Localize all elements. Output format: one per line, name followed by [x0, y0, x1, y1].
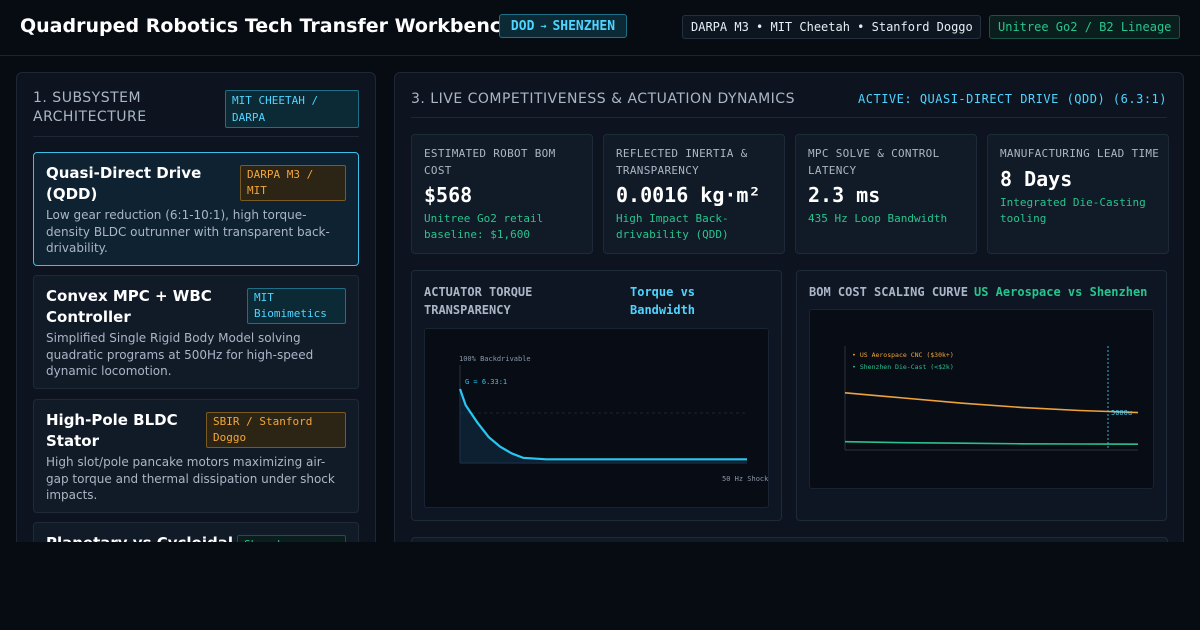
x-axis-label: 50 Hz Shock [722, 475, 769, 483]
subsystem-card-qdd[interactable]: Quasi-Direct Drive (QDD) DARPA M3 / MIT … [33, 152, 359, 266]
bom-chart-panel: BOM COST SCALING CURVE US Aerospace vs S… [796, 270, 1167, 521]
app-title: Quadruped Robotics Tech Transfer Workben… [20, 15, 515, 37]
viewport-bottom [0, 542, 1200, 630]
kpi-value: 2.3 ms [808, 183, 881, 207]
legend-shenzhen: • Shenzhen Die-Cast (<$2k) [852, 363, 954, 371]
torque-curve [458, 388, 747, 461]
torque-chart: 100% Backdrivable G = 6.33:1 50 Hz Shock [424, 328, 769, 508]
chart-subtitle: Torque vs Bandwidth [630, 285, 696, 317]
gear-ratio-annotation: G = 6.33:1 [465, 378, 507, 386]
kpi-label: MANUFACTURING LEAD TIME [1000, 147, 1160, 160]
subsystem-panel: 1. SUBSYSTEM ARCHITECTURE MIT CHEETAH / … [16, 72, 376, 552]
kpi-label: REFLECTED INERTIA & TRANSPARENCY [616, 147, 748, 177]
kpi-lead-time: MANUFACTURING LEAD TIME 8 Days Integrate… [987, 134, 1169, 254]
legend-us: • US Aerospace CNC ($30k+) [852, 351, 954, 359]
card-desc: Simplified Single Rigid Body Model solvi… [46, 331, 314, 378]
chart-subtitle: US Aerospace vs Shenzhen [974, 285, 1148, 299]
chart-title: BOM COST SCALING CURVE [809, 285, 968, 299]
lineage-chip[interactable]: Unitree Go2 / B2 Lineage [989, 15, 1180, 39]
top-bar: Quadruped Robotics Tech Transfer Workben… [0, 0, 1200, 56]
subsystem-heading: 1. SUBSYSTEM ARCHITECTURE [33, 90, 147, 125]
card-desc: High slot/pole pancake motors maximizing… [46, 455, 335, 502]
volume-marker-label: 5000u [1111, 409, 1132, 417]
bom-chart: • US Aerospace CNC ($30k+) • Shenzhen Di… [809, 309, 1154, 489]
top-label: 100% Backdrivable [459, 355, 531, 363]
torque-area [460, 389, 747, 463]
kpi-value: 8 Days [1000, 167, 1073, 191]
kpi-label: MPC SOLVE & CONTROL LATENCY [808, 147, 940, 177]
card-tag: SBIR / Stanford Doggo [206, 412, 346, 448]
kpi-inertia: REFLECTED INERTIA & TRANSPARENCY 0.0016 … [603, 134, 785, 254]
card-desc: Low gear reduction (6:1-10:1), high torq… [46, 208, 330, 255]
kpi-value: 0.0016 kg·m² [616, 183, 761, 207]
card-title: High-Pole BLDC Stator [46, 411, 178, 450]
card-tag: DARPA M3 / MIT [240, 165, 346, 201]
source-badge: MIT CHEETAH / DARPA [225, 90, 359, 128]
shenzhen-curve [844, 440, 1139, 445]
card-title: Convex MPC + WBC Controller [46, 287, 212, 326]
route-to: SHENZHEN [552, 18, 616, 34]
divider [411, 117, 1167, 118]
dynamics-panel: 3. LIVE COMPETITIVENESS & ACTUATION DYNA… [394, 72, 1184, 552]
route-badge[interactable]: DOD → SHENZHEN [499, 14, 627, 38]
bom-chart-svg: • US Aerospace CNC ($30k+) • Shenzhen Di… [844, 346, 1139, 451]
active-config-label: ACTIVE: QUASI-DIRECT DRIVE (QDD) (6.3:1) [858, 92, 1167, 106]
subsystem-card-mpc[interactable]: Convex MPC + WBC Controller MIT Biomimet… [33, 275, 359, 389]
divider [33, 136, 359, 137]
kpi-label: ESTIMATED ROBOT BOM COST [424, 147, 556, 177]
kpi-note: Unitree Go2 retail baseline: $1,600 [424, 212, 544, 241]
dynamics-heading: 3. LIVE COMPETITIVENESS & ACTUATION DYNA… [411, 91, 795, 107]
kpi-note: High Impact Back-drivability (QDD) [616, 212, 729, 241]
card-title: Quasi-Direct Drive (QDD) [46, 164, 202, 203]
kpi-note: Integrated Die-Casting tooling [1000, 196, 1146, 225]
torque-chart-svg: 100% Backdrivable G = 6.33:1 50 Hz Shock [458, 355, 769, 483]
us-aerospace-curve [844, 392, 1139, 414]
kpi-bom-cost: ESTIMATED ROBOT BOM COST $568 Unitree Go… [411, 134, 593, 254]
kpi-value: $568 [424, 183, 473, 207]
torque-chart-panel: ACTUATOR TORQUE TRANSPARENCY Torque vs B… [411, 270, 782, 521]
programs-chip: DARPA M3 • MIT Cheetah • Stanford Doggo [682, 15, 981, 39]
chart-title: ACTUATOR TORQUE TRANSPARENCY [424, 285, 533, 317]
card-tag: MIT Biomimetics [247, 288, 346, 324]
route-arrow: → [540, 20, 547, 32]
subsystem-card-bldc[interactable]: High-Pole BLDC Stator SBIR / Stanford Do… [33, 399, 359, 513]
route-from: DOD [510, 18, 535, 34]
kpi-note: 435 Hz Loop Bandwidth [808, 212, 948, 225]
kpi-latency: MPC SOLVE & CONTROL LATENCY 2.3 ms 435 H… [795, 134, 977, 254]
